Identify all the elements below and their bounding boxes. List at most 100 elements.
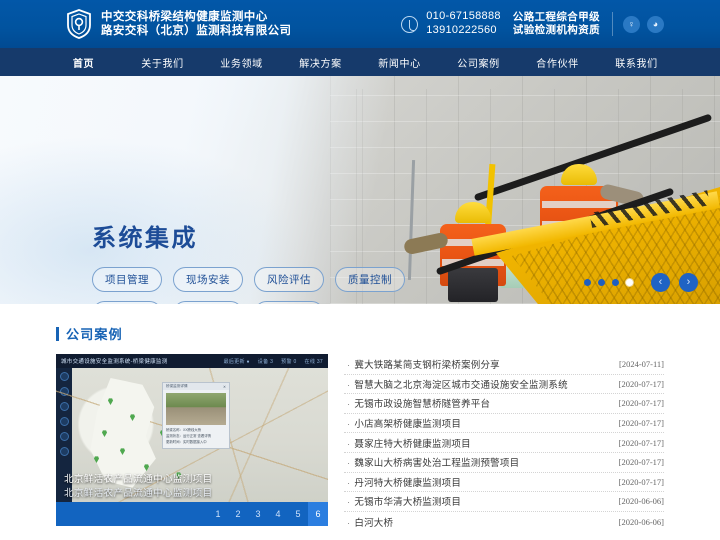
carousel-dot-1[interactable]	[584, 279, 591, 286]
header-divider	[612, 12, 613, 36]
case-meta-2: 预警 0	[281, 358, 297, 365]
map-detail-popup: 桥梁监测详情 ✕ 桥梁名称：XX跨线大桥 监测状态：运行正常 查看详情 更新时间…	[162, 382, 230, 450]
case-page-6[interactable]: 6	[308, 502, 328, 526]
qualification-text: 公路工程综合甲级 试验检测机构资质	[513, 11, 600, 37]
weibo-icon[interactable]: ♀	[623, 15, 640, 33]
map-popup-photo	[166, 393, 226, 425]
qualification-line-2: 试验检测机构资质	[512, 24, 600, 36]
case-list-item[interactable]: 无锡市政设施智慧桥隧管养平台 [2020-07-17]	[344, 394, 664, 414]
case-meta-1: 设备 3	[257, 358, 274, 365]
hero-tag-onsite-installation[interactable]: 现场安装	[173, 267, 243, 292]
hero-tag-safety-training[interactable]: 安全培训	[254, 301, 324, 304]
shield-logo-icon	[67, 9, 91, 39]
brand-title-secondary: 路安交科（北京）监测科技有限公司	[101, 25, 292, 37]
phone-secondary: 13910222560	[426, 24, 497, 36]
nav-item-cases[interactable]: 公司案例	[439, 55, 518, 70]
hero-content: 系统集成 项目管理 现场安装 风险评估 质量控制 技术集成 文档处理 安全培训	[92, 218, 405, 304]
hero-tag-document-processing[interactable]: 文档处理	[173, 301, 243, 304]
case-list: 冀大铁路某简支钢桁梁桥案例分享 [2024-07-11] 智慧大脑之北京海淀区城…	[344, 354, 664, 531]
case-list-item[interactable]: 魏家山大桥病害处治工程监测预警项目 [2020-07-17]	[344, 453, 664, 473]
nav-item-about[interactable]: 关于我们	[123, 55, 202, 70]
case-item-title: 无锡市政设施智慧桥隧管养平台	[344, 396, 490, 410]
section-accent-bar	[56, 326, 59, 341]
nav-item-contact[interactable]: 联系我们	[597, 55, 676, 70]
case-item-date: [2020-07-17]	[618, 418, 664, 429]
brand-title-primary: 中交交科桥梁结构健康监测中心	[101, 10, 268, 23]
carousel-dot-2[interactable]	[598, 279, 605, 286]
featured-case-caption: 北京鲜活农产品流通中心监测项目	[64, 473, 213, 485]
case-item-date: [2024-07-11]	[618, 359, 664, 370]
hero-tag-row-2: 技术集成 文档处理 安全培训	[92, 301, 405, 304]
phone-numbers: 010-67158888 13910222560	[426, 10, 501, 38]
section-title: 公司案例	[66, 327, 123, 342]
case-list-item[interactable]: 白河大桥 [2020-06-06]	[344, 512, 664, 532]
case-item-title: 白河大桥	[344, 515, 393, 529]
hero-tag-technical-integration[interactable]: 技术集成	[92, 301, 162, 304]
map-popup-line-3: 更新时间：实时数据接入中	[166, 439, 207, 444]
cases-body: 城市交通设施安全监测系统-桥梁健康监测 最后更新 ● 设备 3 预警 0 在线 …	[56, 354, 664, 531]
nav-item-business[interactable]: 业务领域	[202, 55, 281, 70]
case-item-title: 丹河特大桥健康监测项目	[344, 475, 461, 489]
hero-tag-quality-control[interactable]: 质量控制	[335, 267, 405, 292]
phone-icon	[401, 15, 419, 33]
case-item-date: [2020-07-17]	[618, 437, 664, 448]
hero-tag-list: 项目管理 现场安装 风险评估 质量控制 技术集成 文档处理 安全培训	[92, 267, 405, 304]
case-item-title: 智慧大脑之北京海淀区城市交通设施安全监测系统	[344, 377, 568, 391]
carousel-dot-3[interactable]	[612, 279, 619, 286]
case-list-item[interactable]: 冀大铁路某简支钢桁梁桥案例分享 [2024-07-11]	[344, 355, 664, 375]
case-meta-3: 在线 37	[304, 358, 323, 365]
section-header: 公司案例	[56, 324, 720, 343]
carousel-next-icon[interactable]: ›	[679, 273, 698, 292]
featured-case-card[interactable]: 城市交通设施安全监测系统-桥梁健康监测 最后更新 ● 设备 3 预警 0 在线 …	[56, 354, 328, 526]
featured-case-caption-secondary: 北京鲜活农产品流通中心监测项目	[64, 488, 213, 500]
featured-case-captions: 北京鲜活农产品流通中心监测项目 北京鲜活农产品流通中心监测项目	[56, 473, 328, 502]
case-item-title: 魏家山大桥病害处治工程监测预警项目	[344, 455, 519, 469]
company-cases-section: 公司案例 城市交通设施安全监测系统-桥梁健康监测 最后更新 ● 设备 3 预警 …	[0, 304, 720, 532]
brand-text: 中交交科桥梁结构健康监测中心 路安交科（北京）监测科技有限公司	[101, 10, 291, 38]
hero-tag-row-1: 项目管理 现场安装 风险评估 质量控制	[92, 267, 405, 292]
case-item-date: [2020-07-17]	[618, 457, 664, 468]
case-item-date: [2020-07-17]	[618, 398, 664, 409]
case-page-1[interactable]: 1	[208, 502, 228, 526]
carousel-dots	[584, 279, 633, 286]
hero-carousel: 系统集成 项目管理 现场安装 风险评估 质量控制 技术集成 文档处理 安全培训 …	[0, 76, 720, 304]
hero-tag-risk-assessment[interactable]: 风险评估	[254, 267, 324, 292]
case-item-date: [2020-07-17]	[618, 476, 664, 487]
header-contact-block: 010-67158888 13910222560 公路工程综合甲级 试验检测机构…	[401, 0, 664, 48]
case-pagination: 1 2 3 4 5 6	[56, 502, 328, 526]
phone-primary: 010-67158888	[426, 10, 501, 23]
nav-item-solutions[interactable]: 解决方案	[281, 55, 360, 70]
case-item-date: [2020-06-06]	[618, 516, 664, 527]
hero-tag-project-management[interactable]: 项目管理	[92, 267, 162, 292]
case-page-2[interactable]: 2	[228, 502, 248, 526]
carousel-controls: ‹ ›	[584, 273, 698, 292]
nav-item-home[interactable]: 首页	[44, 55, 123, 70]
case-page-3[interactable]: 3	[248, 502, 268, 526]
case-item-title: 聂家庄特大桥健康监测项目	[344, 436, 471, 450]
case-screen-title: 城市交通设施安全监测系统-桥梁健康监测	[61, 359, 168, 365]
case-item-date: [2020-06-06]	[618, 496, 664, 507]
case-page-4[interactable]: 4	[268, 502, 288, 526]
close-icon[interactable]: ✕	[223, 385, 226, 389]
wechat-icon[interactable]: ◕	[647, 15, 664, 33]
nav-item-news[interactable]: 新闻中心	[360, 55, 439, 70]
case-list-item[interactable]: 智慧大脑之北京海淀区城市交通设施安全监测系统 [2020-07-17]	[344, 375, 664, 395]
carousel-dot-4[interactable]	[626, 279, 633, 286]
case-list-item[interactable]: 小店高架桥健康监测项目 [2020-07-17]	[344, 414, 664, 434]
main-navigation: 首页 关于我们 业务领域 解决方案 新闻中心 公司案例 合作伙伴 联系我们	[0, 48, 720, 76]
case-item-title: 小店高架桥健康监测项目	[344, 416, 461, 430]
nav-item-partners[interactable]: 合作伙伴	[518, 55, 597, 70]
social-links: ♀ ◕	[623, 15, 664, 33]
case-screen-meta: 最后更新 ● 设备 3 预警 0 在线 37	[224, 358, 323, 365]
case-meta-0: 最后更新 ●	[223, 358, 250, 365]
map-popup-title: 桥梁监测详情	[166, 384, 188, 388]
hero-title: 系统集成	[92, 225, 198, 252]
case-list-item[interactable]: 聂家庄特大桥健康监测项目 [2020-07-17]	[344, 433, 664, 453]
case-page-5[interactable]: 5	[288, 502, 308, 526]
site-header: 中交交科桥梁结构健康监测中心 路安交科（北京）监测科技有限公司 010-6715…	[0, 0, 720, 48]
brand-block[interactable]: 中交交科桥梁结构健康监测中心 路安交科（北京）监测科技有限公司	[66, 9, 291, 39]
case-list-item[interactable]: 丹河特大桥健康监测项目 [2020-07-17]	[344, 473, 664, 493]
case-screen-titlebar: 城市交通设施安全监测系统-桥梁健康监测 最后更新 ● 设备 3 预警 0 在线 …	[56, 354, 328, 368]
case-list-item[interactable]: 无锡市华清大桥监测项目 [2020-06-06]	[344, 492, 664, 512]
carousel-prev-icon[interactable]: ‹	[651, 273, 670, 292]
